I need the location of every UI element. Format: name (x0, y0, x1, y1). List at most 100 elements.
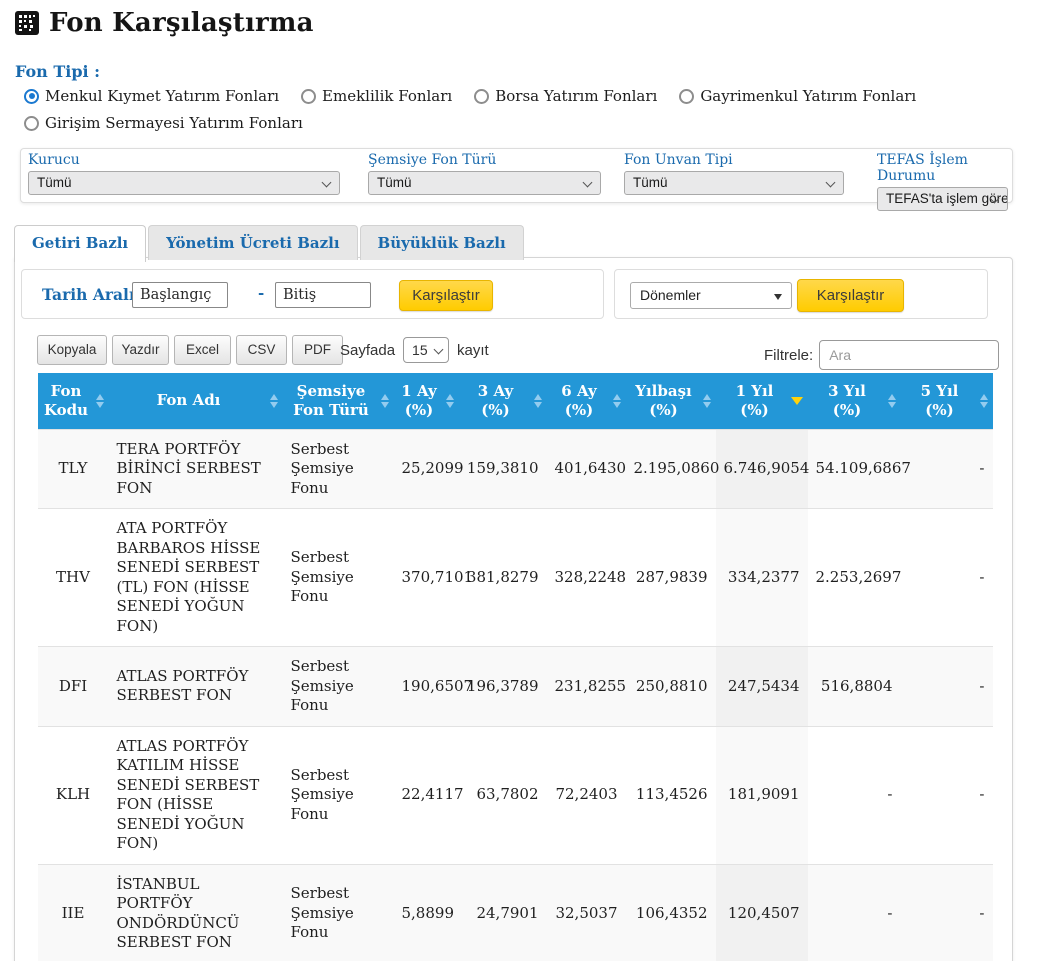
table-cell: THV (38, 509, 109, 647)
column-header[interactable]: Şemsiye Fon Türü (283, 373, 394, 429)
filter-label: Kurucu (28, 152, 340, 168)
tab-bar: Getiri BazlıYönetim Ücreti BazlıBüyüklük… (14, 225, 524, 260)
fund-type-radio-label: Menkul Kıymet Yatırım Fonları (45, 87, 279, 105)
filter-label: Şemsiye Fon Türü (368, 152, 601, 168)
table-cell: 231,8255 (547, 647, 626, 727)
export-button[interactable]: Kopyala (37, 335, 107, 365)
filter-label: TEFAS İşlem Durumu (877, 152, 1008, 184)
radio-icon (301, 89, 316, 104)
sort-down-arrow (446, 402, 454, 408)
tab-inactive[interactable]: Büyüklük Bazlı (360, 225, 524, 260)
sort-up-arrow (534, 394, 542, 400)
table-cell: 328,2248 (547, 509, 626, 647)
column-header[interactable]: 3 Yıl (%) (808, 373, 901, 429)
start-date-input[interactable] (132, 282, 228, 308)
column-header[interactable]: 6 Ay (%) (547, 373, 626, 429)
export-button[interactable]: Yazdır (112, 335, 169, 365)
table-cell: 287,9839 (626, 509, 716, 647)
sort-down-arrow (980, 402, 988, 408)
table-cell: Serbest Şemsiye Fonu (283, 429, 394, 509)
sort-down-arrow (96, 402, 104, 408)
fund-comparison-page: Fon Karşılaştırma Fon Tipi : Menkul Kıym… (0, 0, 1051, 961)
table-cell: TERA PORTFÖY BİRİNCİ SERBEST FON (109, 429, 283, 509)
column-header[interactable]: Yılbaşı (%) (626, 373, 716, 429)
page-size-group: Sayfada 15 kayıt (340, 337, 489, 363)
sort-down-arrow (613, 402, 621, 408)
table-row[interactable]: THVATA PORTFÖY BARBAROS HİSSE SENEDİ SER… (38, 509, 993, 647)
sort-up-arrow (703, 394, 711, 400)
table-cell: Serbest Şemsiye Fonu (283, 864, 394, 961)
radio-icon (24, 116, 39, 131)
table-cell: Serbest Şemsiye Fonu (283, 726, 394, 864)
column-header-label: Şemsiye Fon Türü (293, 382, 369, 419)
table-row[interactable]: DFIATLAS PORTFÖY SERBEST FONSerbest Şems… (38, 647, 993, 727)
periods-select-value: Dönemler (640, 287, 701, 303)
column-header[interactable]: 1 Yıl (%) (716, 373, 808, 429)
fund-type-radio-label: Emeklilik Fonları (322, 87, 452, 105)
fund-type-radio-option[interactable]: Borsa Yatırım Fonları (474, 87, 657, 105)
table-filter-label: Filtrele: (764, 347, 813, 364)
table-cell: 24,7901 (459, 864, 547, 961)
table-cell: Serbest Şemsiye Fonu (283, 647, 394, 727)
periods-box: Dönemler Karşılaştır (614, 269, 988, 319)
filter-select[interactable]: TEFAS'ta işlem gören (877, 187, 1008, 211)
table-cell: 370,7101 (394, 509, 459, 647)
table-cell: 334,2377 (716, 509, 808, 647)
table-cell: 5,8899 (394, 864, 459, 961)
fund-type-radio-option[interactable]: Gayrimenkul Yatırım Fonları (679, 87, 916, 105)
column-header[interactable]: Fon Adı (109, 373, 283, 429)
sort-icon (613, 394, 621, 408)
sort-up-arrow (888, 394, 896, 400)
page-size-select[interactable]: 15 (403, 337, 449, 363)
table-cell: 250,8810 (626, 647, 716, 727)
compare-button-periods[interactable]: Karşılaştır (797, 279, 904, 312)
table-header-row: Fon KoduFon Adı Şemsiye Fon Türü 1 Ay (%) 3… (38, 373, 993, 429)
end-date-input[interactable] (275, 282, 371, 308)
fund-type-radio-option[interactable]: Emeklilik Fonları (301, 87, 452, 105)
tab-inactive[interactable]: Yönetim Ücreti Bazlı (148, 225, 357, 260)
filter-select[interactable]: Tümü (28, 171, 340, 195)
column-header[interactable]: 1 Ay (%) (394, 373, 459, 429)
filter-select[interactable]: Tümü (624, 171, 844, 195)
table-row[interactable]: KLHATLAS PORTFÖY KATILIM HİSSE SENEDİ SE… (38, 726, 993, 864)
table-cell: İSTANBUL PORTFÖY ONDÖRDÜNCÜ SERBEST FON (109, 864, 283, 961)
fund-table: Fon KoduFon Adı Şemsiye Fon Türü 1 Ay (%) 3… (37, 373, 993, 961)
table-cell: 2.195,0860 (626, 429, 716, 509)
table-cell: - (901, 726, 993, 864)
table-cell: 381,8279 (459, 509, 547, 647)
table-cell: 113,4526 (626, 726, 716, 864)
fund-type-radio-label: Gayrimenkul Yatırım Fonları (700, 87, 916, 105)
export-button[interactable]: Excel (174, 335, 231, 365)
grid-icon (15, 11, 39, 35)
sort-icon (270, 394, 278, 408)
table-cell: 190,6507 (394, 647, 459, 727)
table-cell: 22,4117 (394, 726, 459, 864)
table-row[interactable]: IIEİSTANBUL PORTFÖY ONDÖRDÜNCÜ SERBEST F… (38, 864, 993, 961)
sort-icon (534, 394, 542, 408)
filter-select[interactable]: Tümü (368, 171, 601, 195)
fund-type-radio-option[interactable]: Menkul Kıymet Yatırım Fonları (24, 87, 279, 105)
fund-type-radio-option[interactable]: Girişim Sermayesi Yatırım Fonları (24, 114, 303, 132)
page-header: Fon Karşılaştırma (15, 8, 314, 38)
table-body: TLYTERA PORTFÖY BİRİNCİ SERBEST FONSerbe… (38, 429, 993, 961)
table-cell: Serbest Şemsiye Fonu (283, 509, 394, 647)
table-cell: ATA PORTFÖY BARBAROS HİSSE SENEDİ SERBES… (109, 509, 283, 647)
table-search-input[interactable] (819, 340, 999, 370)
export-button[interactable]: CSV (236, 335, 287, 365)
filter-panel: KurucuTümüŞemsiye Fon TürüTümüFon Unvan … (20, 148, 1013, 203)
tab-content-panel: Tarih Aralığı - Karşılaştır Dönemler Kar… (14, 257, 1013, 961)
table-cell: 516,8804 (808, 647, 901, 727)
sort-icon (381, 394, 389, 408)
column-header[interactable]: 3 Ay (%) (459, 373, 547, 429)
export-button[interactable]: PDF (292, 335, 343, 365)
date-range-box: Tarih Aralığı - Karşılaştır (21, 269, 604, 319)
column-header[interactable]: Fon Kodu (38, 373, 109, 429)
table-cell: - (808, 726, 901, 864)
tab-active[interactable]: Getiri Bazlı (14, 225, 146, 262)
table-row[interactable]: TLYTERA PORTFÖY BİRİNCİ SERBEST FONSerbe… (38, 429, 993, 509)
compare-button-date[interactable]: Karşılaştır (399, 280, 493, 311)
column-header[interactable]: 5 Yıl (%) (901, 373, 993, 429)
column-header-label: 1 Ay (%) (401, 382, 436, 419)
table-cell: 247,5434 (716, 647, 808, 727)
periods-select[interactable]: Dönemler (630, 282, 792, 309)
